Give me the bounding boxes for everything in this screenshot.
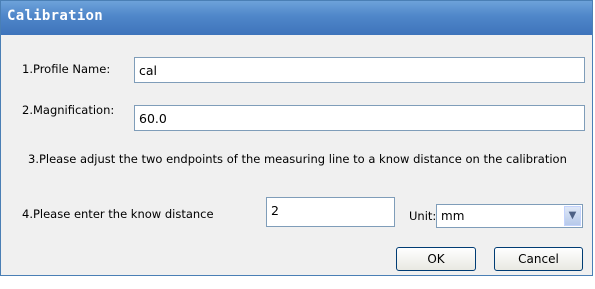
distance-label: 4.Please enter the know distance bbox=[22, 207, 214, 221]
unit-selected-value: mm bbox=[441, 209, 465, 223]
instruction-text: 3.Please adjust the two endpoints of the… bbox=[28, 152, 567, 166]
magnification-input[interactable]: 60.0 bbox=[134, 105, 585, 131]
distance-input[interactable]: 2 bbox=[266, 197, 395, 227]
profile-name-label: 1.Profile Name: bbox=[22, 62, 111, 76]
title-bar[interactable]: Calibration bbox=[1, 1, 592, 35]
unit-select[interactable]: mm ▼ bbox=[436, 204, 583, 228]
window-title: Calibration bbox=[7, 8, 104, 24]
ok-button[interactable]: OK bbox=[396, 247, 476, 271]
cancel-button[interactable]: Cancel bbox=[494, 247, 583, 271]
unit-label: Unit: bbox=[409, 209, 437, 223]
chevron-down-icon[interactable]: ▼ bbox=[564, 206, 581, 226]
magnification-label: 2.Magnification: bbox=[22, 103, 115, 117]
calibration-dialog: Calibration 1.Profile Name: cal 2.Magnif… bbox=[0, 0, 593, 276]
profile-name-input[interactable]: cal bbox=[134, 57, 585, 83]
